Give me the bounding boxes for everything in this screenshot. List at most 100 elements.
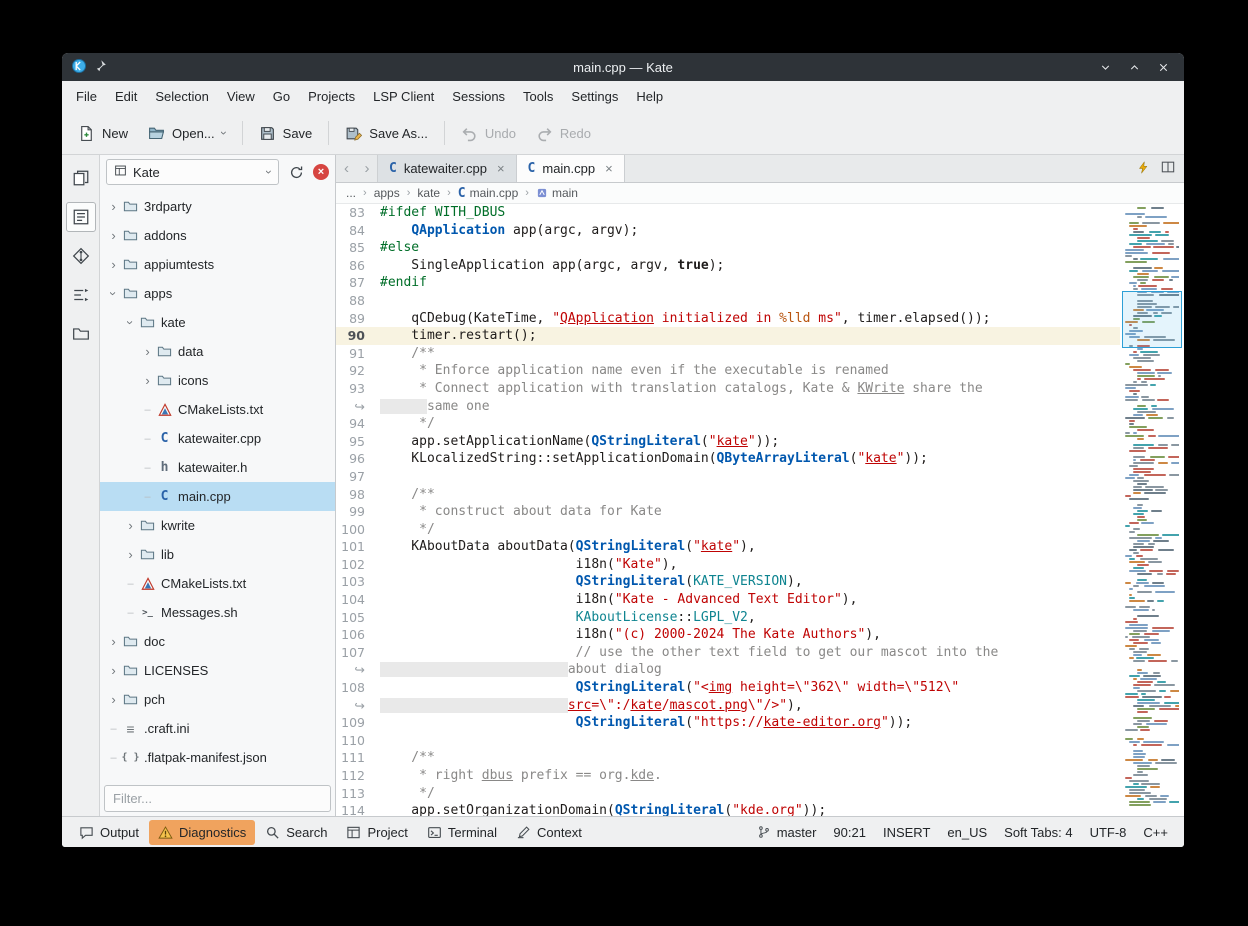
breadcrumb-item[interactable]: ... bbox=[346, 186, 356, 200]
breadcrumb-apps[interactable]: apps bbox=[374, 186, 400, 200]
pin-icon[interactable] bbox=[94, 59, 107, 75]
tree-item-icons[interactable]: ›icons bbox=[100, 366, 335, 395]
tree-item-addons[interactable]: ›addons bbox=[100, 221, 335, 250]
menu-file[interactable]: File bbox=[67, 85, 106, 108]
close-button[interactable] bbox=[1157, 61, 1170, 74]
status-soft-tabs-4[interactable]: Soft Tabs: 4 bbox=[1004, 825, 1072, 840]
tree-item-lib[interactable]: ›lib bbox=[100, 540, 335, 569]
chevron-icon[interactable]: › bbox=[107, 286, 120, 301]
breadcrumb-kate[interactable]: kate bbox=[417, 186, 440, 200]
status-diagnostics[interactable]: Diagnostics bbox=[149, 820, 255, 845]
line-number: 89 bbox=[336, 310, 380, 328]
minimap-viewport[interactable] bbox=[1122, 291, 1182, 348]
project-selector[interactable]: Kate › bbox=[106, 159, 279, 185]
maximize-button[interactable] bbox=[1128, 61, 1141, 74]
minimize-button[interactable] bbox=[1099, 61, 1112, 74]
dock-filesystem-button[interactable] bbox=[66, 319, 96, 349]
undo-button[interactable]: Undo bbox=[452, 118, 525, 149]
breadcrumb-main[interactable]: main bbox=[536, 186, 578, 200]
menu-lsp-client[interactable]: LSP Client bbox=[364, 85, 443, 108]
titlebar[interactable]: main.cpp — Kate bbox=[62, 53, 1184, 81]
code-token: * Connect application with translation c… bbox=[380, 381, 857, 396]
tab-main-cpp[interactable]: Cmain.cpp× bbox=[517, 155, 625, 182]
chevron-icon[interactable]: › bbox=[140, 373, 155, 388]
status-terminal[interactable]: Terminal bbox=[418, 820, 506, 845]
tree-item-appiumtests[interactable]: ›appiumtests bbox=[100, 250, 335, 279]
tree-item-data[interactable]: ›data bbox=[100, 337, 335, 366]
status-master[interactable]: master bbox=[757, 825, 817, 840]
redo-button[interactable]: Redo bbox=[527, 118, 600, 149]
dock-git-button[interactable] bbox=[66, 241, 96, 271]
tree-item-licenses[interactable]: ›LICENSES bbox=[100, 656, 335, 685]
status-en-us[interactable]: en_US bbox=[947, 825, 987, 840]
tree-item-3rdparty[interactable]: ›3rdparty bbox=[100, 192, 335, 221]
chevron-icon[interactable]: › bbox=[140, 344, 155, 359]
tree-item-kwrite[interactable]: ›kwrite bbox=[100, 511, 335, 540]
minimap[interactable] bbox=[1125, 207, 1179, 813]
tree-item-messages-sh[interactable]: –>_Messages.sh bbox=[100, 598, 335, 627]
menu-tools[interactable]: Tools bbox=[514, 85, 562, 108]
tree-item-kate[interactable]: ›kate bbox=[100, 308, 335, 337]
chevron-icon[interactable]: › bbox=[123, 518, 138, 533]
status-search[interactable]: Search bbox=[256, 820, 336, 845]
refresh-button[interactable] bbox=[286, 162, 306, 182]
status-output[interactable]: Output bbox=[70, 820, 148, 845]
menu-go[interactable]: Go bbox=[264, 85, 299, 108]
menu-help[interactable]: Help bbox=[627, 85, 672, 108]
tree-item-flatpak-manifest-json[interactable]: –{ }.flatpak-manifest.json bbox=[100, 743, 335, 772]
chevron-icon[interactable]: › bbox=[106, 692, 121, 707]
filter-input[interactable] bbox=[104, 785, 331, 812]
chevron-icon[interactable]: › bbox=[123, 547, 138, 562]
open-button[interactable]: Open...› bbox=[139, 118, 235, 149]
status-project[interactable]: Project bbox=[337, 820, 416, 845]
dock-documents-button[interactable] bbox=[66, 163, 96, 193]
line-number: 108 bbox=[336, 679, 380, 697]
status-c[interactable]: C++ bbox=[1143, 825, 1168, 840]
save-as-button[interactable]: Save As... bbox=[336, 118, 437, 149]
tab-close-icon[interactable]: × bbox=[497, 161, 505, 176]
tab-katewaiter-cpp[interactable]: Ckatewaiter.cpp× bbox=[378, 155, 517, 182]
tree-item-craft-ini[interactable]: –≡.craft.ini bbox=[100, 714, 335, 743]
status-label: Terminal bbox=[448, 825, 497, 840]
tree-item-doc[interactable]: ›doc bbox=[100, 627, 335, 656]
status-context[interactable]: Context bbox=[507, 820, 591, 845]
tree-item-katewaiter-h[interactable]: –hkatewaiter.h bbox=[100, 453, 335, 482]
split-view-icon[interactable] bbox=[1161, 160, 1175, 177]
menu-selection[interactable]: Selection bbox=[146, 85, 217, 108]
tab-forward-button[interactable]: › bbox=[357, 155, 378, 182]
code-editor[interactable]: 83#ifdef WITH_DBUS84 QApplication app(ar… bbox=[336, 204, 1184, 816]
code-token: */ bbox=[380, 416, 435, 431]
breadcrumb-main-cpp[interactable]: Cmain.cpp bbox=[458, 186, 519, 201]
menu-edit[interactable]: Edit bbox=[106, 85, 146, 108]
close-panel-button[interactable]: × bbox=[313, 164, 329, 180]
dock-symbols-button[interactable] bbox=[66, 280, 96, 310]
chevron-icon[interactable]: › bbox=[106, 199, 121, 214]
menu-projects[interactable]: Projects bbox=[299, 85, 364, 108]
tab-back-button[interactable]: ‹ bbox=[336, 155, 357, 182]
chevron-icon[interactable]: › bbox=[106, 663, 121, 678]
tree-item-cmakelists-txt[interactable]: –CMakeLists.txt bbox=[100, 569, 335, 598]
tree-item-main-cpp[interactable]: –Cmain.cpp bbox=[100, 482, 335, 511]
status-90-21[interactable]: 90:21 bbox=[833, 825, 866, 840]
chevron-icon[interactable]: › bbox=[106, 634, 121, 649]
menu-view[interactable]: View bbox=[218, 85, 264, 108]
quick-actions-icon[interactable] bbox=[1137, 161, 1150, 177]
tree-item-flatpak-manifest-json-license[interactable]: –≡.flatpak-manifest.json.license bbox=[100, 772, 335, 781]
status-value: en_US bbox=[947, 825, 987, 840]
tree-item-pch[interactable]: ›pch bbox=[100, 685, 335, 714]
menu-sessions[interactable]: Sessions bbox=[443, 85, 514, 108]
text-file-icon: ≡ bbox=[126, 721, 134, 737]
tree-item-cmakelists-txt[interactable]: –CMakeLists.txt bbox=[100, 395, 335, 424]
chevron-icon[interactable]: › bbox=[124, 315, 137, 330]
tree-item-apps[interactable]: ›apps bbox=[100, 279, 335, 308]
new-button[interactable]: New bbox=[69, 118, 137, 149]
status-utf-8[interactable]: UTF-8 bbox=[1090, 825, 1127, 840]
chevron-icon[interactable]: › bbox=[106, 228, 121, 243]
dock-outline-button[interactable] bbox=[66, 202, 96, 232]
save-button[interactable]: Save bbox=[250, 118, 322, 149]
tab-close-icon[interactable]: × bbox=[605, 161, 613, 176]
tree-item-katewaiter-cpp[interactable]: –Ckatewaiter.cpp bbox=[100, 424, 335, 453]
chevron-icon[interactable]: › bbox=[106, 257, 121, 272]
menu-settings[interactable]: Settings bbox=[562, 85, 627, 108]
status-insert[interactable]: INSERT bbox=[883, 825, 930, 840]
